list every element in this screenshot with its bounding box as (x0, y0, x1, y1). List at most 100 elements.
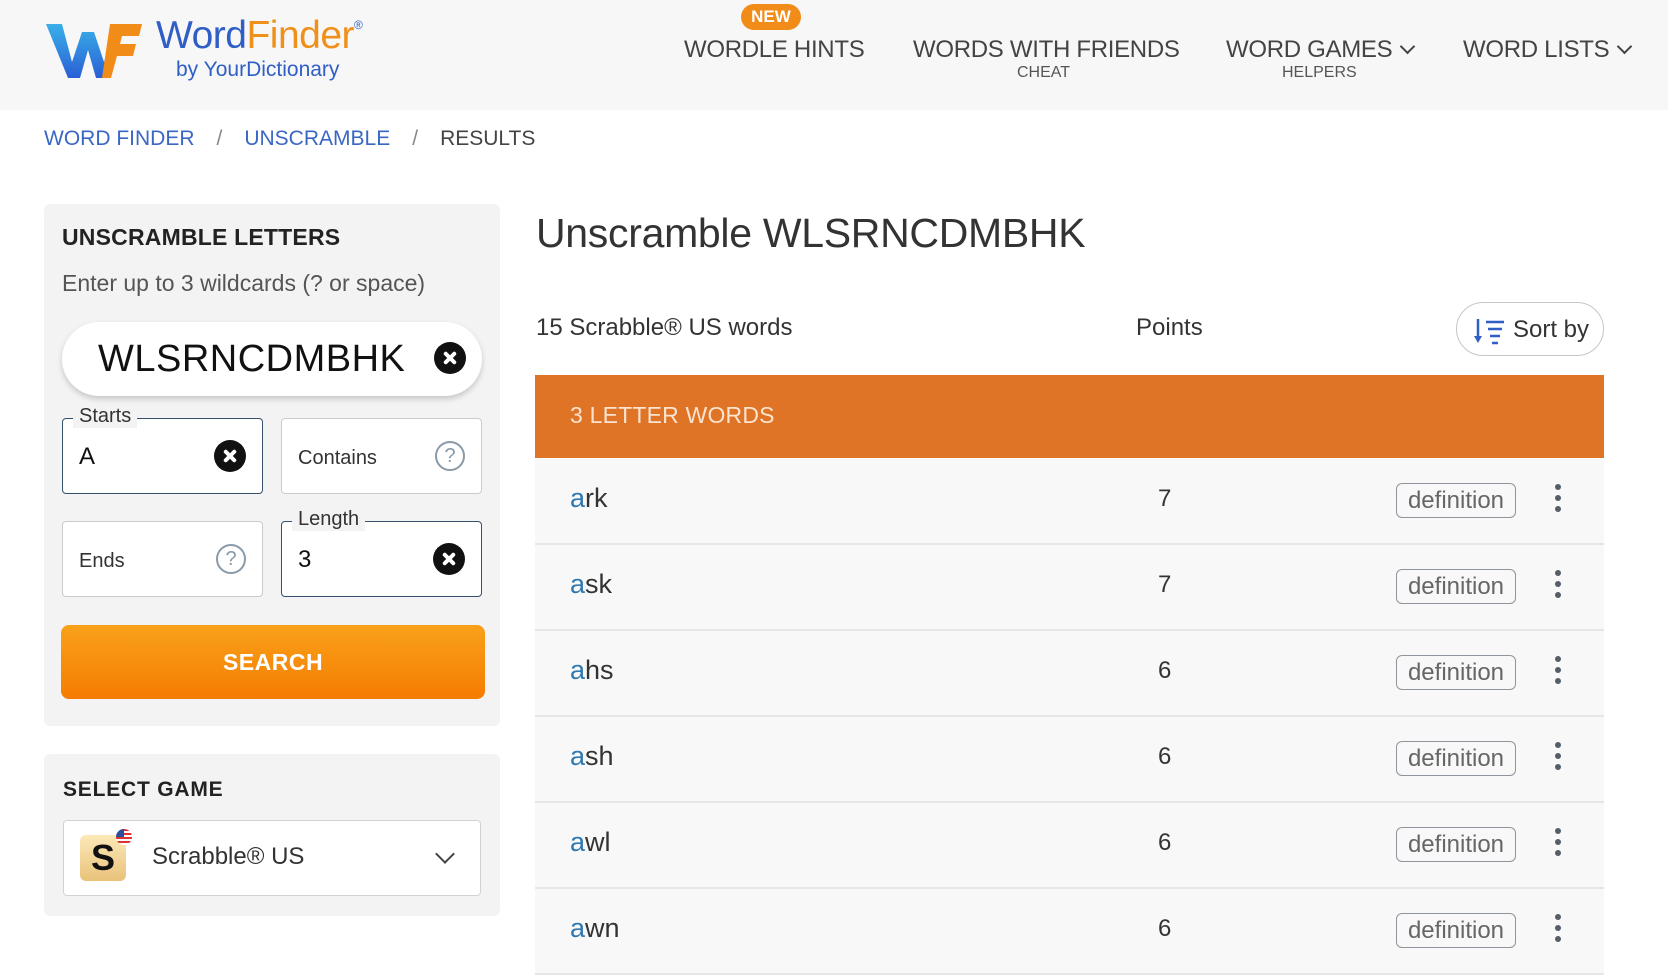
clear-length-icon[interactable] (433, 543, 465, 575)
length-input[interactable] (298, 544, 418, 576)
word-row: awn 6 definition (535, 889, 1604, 975)
matched-letter: a (570, 655, 586, 685)
matched-letter: a (570, 569, 586, 599)
length-field: Length (281, 508, 482, 597)
word-row: ash 6 definition (535, 717, 1604, 803)
help-icon[interactable]: ? (216, 544, 246, 574)
us-flag-icon (116, 829, 132, 845)
matched-letter: a (570, 483, 586, 513)
word-list: ark 7 definition ask 7 definition ahs 6 definiti… (535, 459, 1604, 975)
group-title: 3 LETTER WORDS (570, 402, 775, 428)
chevron-down-icon (435, 844, 455, 864)
group-header-3-letter: 3 LETTER WORDS (535, 375, 1604, 458)
nav-wordle-hints[interactable]: WORDLE HINTS (684, 36, 865, 64)
unscramble-panel: UNSCRAMBLE LETTERS Enter up to 3 wildcar… (44, 204, 500, 726)
select-game-title: SELECT GAME (63, 778, 224, 801)
breadcrumb: WORD FINDER / UNSCRAMBLE / RESULTS (44, 127, 535, 151)
matched-letter: a (570, 913, 586, 943)
letters-input-wrapper (62, 322, 482, 396)
sort-label: Sort by (1513, 316, 1590, 343)
word-link[interactable]: awl (570, 827, 611, 858)
more-options-icon[interactable] (1553, 484, 1563, 516)
definition-button[interactable]: definition (1396, 741, 1516, 776)
chevron-down-icon (1400, 38, 1416, 55)
breadcrumb-word-finder[interactable]: WORD FINDER (44, 127, 195, 150)
word-rest: sh (585, 741, 614, 771)
more-options-icon[interactable] (1553, 828, 1563, 860)
word-rest: hs (585, 655, 614, 685)
wildcard-hint: Enter up to 3 wildcards (? or space) (62, 270, 426, 296)
matched-letter: a (570, 741, 586, 771)
nav-word-games-sub: HELPERS (1282, 64, 1357, 81)
breadcrumb-separator: / (412, 127, 419, 150)
breadcrumb-results: RESULTS (440, 127, 536, 150)
word-points: 6 (1158, 829, 1172, 856)
ends-field: ? (62, 521, 263, 597)
word-rest: sk (585, 569, 613, 599)
more-options-icon[interactable] (1553, 742, 1563, 774)
word-points: 6 (1158, 915, 1172, 942)
matched-letter: a (570, 827, 586, 857)
definition-button[interactable]: definition (1396, 913, 1516, 948)
logo-wordmark: WordFinder® (156, 14, 363, 57)
word-row: awl 6 definition (535, 803, 1604, 889)
word-rest: rk (585, 483, 608, 513)
word-rest: wl (585, 827, 611, 857)
length-label: Length (292, 508, 366, 531)
word-rest: wn (585, 913, 620, 943)
definition-button[interactable]: definition (1396, 827, 1516, 862)
definition-button[interactable]: definition (1396, 569, 1516, 604)
select-game-panel: SELECT GAME S Scrabble® US (44, 754, 500, 916)
starts-field: Starts (62, 405, 263, 494)
sort-by-button[interactable]: Sort by (1456, 302, 1604, 356)
more-options-icon[interactable] (1553, 914, 1563, 946)
breadcrumb-separator: / (216, 127, 223, 150)
word-row: ask 7 definition (535, 545, 1604, 631)
contains-field: ? (281, 418, 482, 494)
sort-icon (1474, 319, 1504, 345)
selected-game: Scrabble® US (152, 843, 305, 870)
nav-word-lists[interactable]: WORD LISTS (1463, 36, 1633, 64)
definition-button[interactable]: definition (1396, 655, 1516, 690)
word-link[interactable]: ask (570, 569, 612, 600)
nav-word-games-label: WORD GAMES (1226, 36, 1393, 63)
ends-input[interactable] (79, 544, 199, 576)
word-row: ahs 6 definition (535, 631, 1604, 717)
more-options-icon[interactable] (1553, 656, 1563, 688)
word-points: 6 (1158, 657, 1172, 684)
word-row: ark 7 definition (535, 459, 1604, 545)
help-icon[interactable]: ? (435, 441, 465, 471)
nav-words-with-friends-sub: CHEAT (1017, 64, 1071, 81)
word-link[interactable]: ash (570, 741, 614, 772)
site-header: WordFinder® by YourDictionary NEW WORDLE… (0, 0, 1668, 110)
chevron-down-icon (1617, 38, 1633, 55)
breadcrumb-unscramble[interactable]: UNSCRAMBLE (244, 127, 390, 150)
starts-label: Starts (73, 405, 138, 428)
more-options-icon[interactable] (1553, 570, 1563, 602)
word-link[interactable]: ark (570, 483, 608, 514)
word-points: 7 (1158, 571, 1172, 598)
word-points: 6 (1158, 743, 1172, 770)
wf-logo-icon (46, 24, 142, 78)
nav-word-games[interactable]: WORD GAMES (1226, 36, 1416, 64)
new-badge: NEW (741, 4, 801, 30)
starts-input[interactable] (79, 441, 199, 473)
points-header: Points (1136, 314, 1203, 341)
word-link[interactable]: awn (570, 913, 620, 944)
contains-input[interactable] (298, 441, 418, 473)
clear-letters-icon[interactable] (434, 342, 466, 374)
results-count: 15 Scrabble® US words (536, 314, 793, 341)
page-title: Unscramble WLSRNCDMBHK (536, 210, 1086, 256)
game-select[interactable]: S Scrabble® US (63, 820, 481, 896)
panel-title: UNSCRAMBLE LETTERS (62, 224, 341, 250)
letters-input[interactable] (98, 332, 418, 386)
clear-starts-icon[interactable] (214, 440, 246, 472)
logo-tagline: by YourDictionary (176, 58, 340, 81)
word-points: 7 (1158, 485, 1172, 512)
nav-words-with-friends[interactable]: WORDS WITH FRIENDS (913, 36, 1180, 64)
nav-word-lists-label: WORD LISTS (1463, 36, 1610, 63)
definition-button[interactable]: definition (1396, 483, 1516, 518)
wordfinder-logo[interactable]: WordFinder® by YourDictionary (44, 14, 389, 86)
word-link[interactable]: ahs (570, 655, 614, 686)
search-button[interactable]: SEARCH (61, 625, 485, 699)
